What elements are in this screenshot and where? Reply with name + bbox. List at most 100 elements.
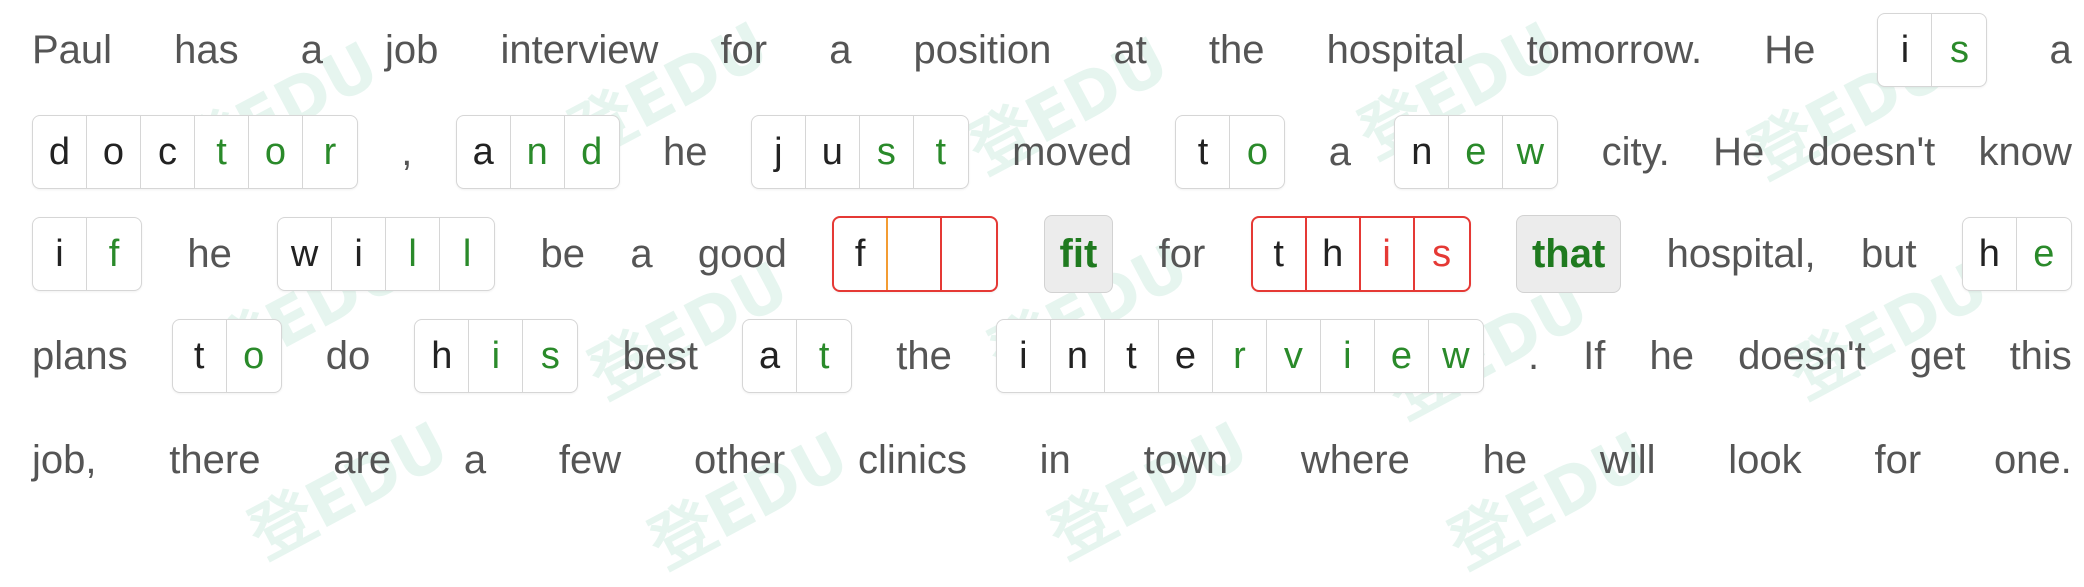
passage-word: If [1583,333,1606,378]
passage-word: one. [1993,437,2072,482]
answer-box[interactable]: just [750,115,969,189]
letter-input-cell[interactable]: e [1375,320,1429,392]
empty-letter-cell[interactable] [888,218,943,290]
answer-box[interactable]: interview [995,319,1484,393]
answer-box[interactable]: his [414,319,579,393]
passage-word: a [829,27,852,72]
given-letter-cell: t [1105,320,1159,392]
letter-input-cell[interactable]: r [1213,320,1267,392]
given-letter-cell: n [1051,320,1105,392]
letter-input-cell[interactable]: s [860,116,914,188]
given-letter-cell: j [752,116,806,188]
given-letter-cell: t [1176,116,1231,188]
passage-word: he [187,231,232,276]
letter-input-cell[interactable]: r [303,116,357,188]
letter-input-cell[interactable]: w [1503,116,1557,188]
answer-box[interactable]: he [1961,217,2072,291]
letter-input-cell[interactable]: t [914,116,968,188]
answer-box[interactable]: if [32,217,142,291]
passage-word: doesn't [1807,129,1936,174]
passage-word: for [1874,437,1922,482]
letter-input-cell[interactable]: o [249,116,303,188]
letter-input-cell[interactable]: t [797,320,851,392]
letter-input-cell[interactable]: i [1321,320,1375,392]
answer-box-active[interactable]: f [832,216,999,292]
passage-word: there [169,437,261,482]
correct-answer-badge: that [1515,215,1622,293]
passage-word: best [622,333,699,378]
answer-box[interactable]: doctor [32,115,358,189]
cloze-passage: Paul has a job interview for a position at the hos… [0,0,2084,517]
given-letter-cell: i [332,218,387,290]
answer-box[interactable]: to [1175,115,1286,189]
passage-word: he [1649,333,1694,378]
given-letter-cell: w [278,218,333,290]
passage-word: Paul [32,27,113,72]
passage-word: hospital [1326,27,1465,72]
letter-input-cell[interactable]: t [195,116,249,188]
passage-word: town [1143,437,1229,482]
given-letter-cell: i [33,218,87,290]
passage-word: for [1158,231,1206,276]
answer-box[interactable]: at [742,319,853,393]
given-letter-cell: e [1159,320,1213,392]
given-letter-cell: o [87,116,141,188]
letter-input-cell[interactable]: o [227,320,281,392]
letter-input-cell[interactable]: d [565,116,619,188]
letter-input-cell[interactable]: i [1361,218,1415,290]
answer-box[interactable]: to [171,319,282,393]
letter-input-cell[interactable]: o [1230,116,1284,188]
letter-input-cell[interactable]: w [1429,320,1483,392]
passage-word: moved [1012,129,1133,174]
letter-input-cell[interactable]: f [87,218,141,290]
given-letter-cell: u [806,116,860,188]
letter-input-cell[interactable]: s [1415,218,1469,290]
answer-box[interactable]: new [1394,115,1559,189]
letter-input-cell[interactable]: i [469,320,524,392]
passage-word: position [913,27,1052,72]
given-letter-cell: n [1395,116,1450,188]
passage-word: do [325,333,371,378]
passage-word: job, [32,437,97,482]
passage-word: a [630,231,653,276]
passage-word: but [1860,231,1917,276]
passage-word: he [1482,437,1528,482]
given-letter-cell: i [997,320,1051,392]
passage-word: get [1909,333,1966,378]
passage-word: look [1728,437,1802,482]
letter-input-cell[interactable]: l [386,218,441,290]
passage-word: He [1764,27,1816,72]
passage-word: he [663,129,708,174]
letter-input-cell[interactable]: l [440,218,494,290]
letter-input-cell[interactable]: e [1449,116,1504,188]
passage-word: He [1713,129,1765,174]
letter-input-cell[interactable]: n [511,116,565,188]
passage-word: tomorrow. [1526,27,1703,72]
passage-word: are [333,437,392,482]
passage-line: job, there are a few other clinics in town where h… [32,420,2072,500]
passage-word: will [1599,437,1656,482]
passage-word: this [2009,333,2072,378]
empty-letter-cell[interactable] [942,218,996,290]
given-letter-cell: h [415,320,470,392]
letter-input-cell[interactable]: e [2017,218,2071,290]
correct-answer-badge: fit [1043,215,1114,293]
given-letter-cell: t [173,320,227,392]
letter-input-cell[interactable]: s [1932,14,1986,86]
passage-word: a [463,437,487,482]
passage-line: Paul has a job interview for a position at the hos… [32,10,2072,90]
letter-input-cell[interactable]: s [523,320,577,392]
given-letter-cell: h [1963,218,2017,290]
passage-word: a [1328,129,1352,174]
passage-word: be [540,231,585,276]
passage-word: , [401,129,413,174]
answer-box[interactable]: and [455,115,620,189]
passage-word: the [896,333,952,378]
answer-box[interactable]: is [1877,13,1988,87]
answer-box-incorrect[interactable]: this [1250,216,1471,292]
passage-word: for [720,27,768,72]
given-letter-cell: h [1307,218,1361,290]
answer-box[interactable]: will [277,217,496,291]
letter-input-cell[interactable]: v [1267,320,1321,392]
passage-word: interview [500,27,659,72]
